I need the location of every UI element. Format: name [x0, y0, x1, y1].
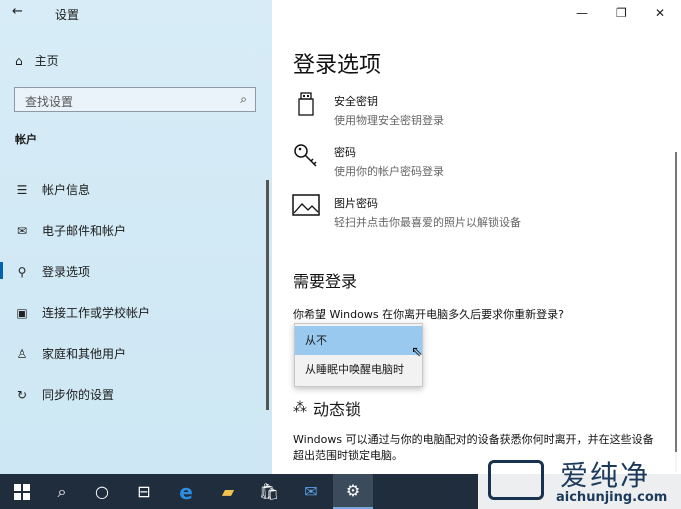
option-security-key[interactable]: 安全密钥 使用物理安全密钥登录 [292, 92, 444, 128]
sync-icon: ↻ [16, 387, 28, 402]
content-scrollbar[interactable] [675, 152, 677, 472]
nav-scrollbar[interactable] [266, 180, 269, 410]
section-heading: 帐户 [15, 133, 37, 146]
search-input[interactable]: 查找设置 ⌕ [14, 87, 256, 112]
key-icon: ⚲ [17, 264, 27, 279]
selection-indicator [0, 262, 3, 279]
person-add-icon: ♙ [16, 346, 28, 361]
title-bar: ← 设置 [0, 0, 272, 26]
close-icon[interactable]: ✕ [655, 6, 665, 20]
mail-icon: ✉ [16, 223, 28, 238]
timeline-icon[interactable]: ⊟ [124, 474, 164, 509]
sidebar-item-label: 登录选项 [42, 265, 91, 279]
signin-dropdown[interactable]: 从不 从睡眠中唤醒电脑时 [294, 323, 423, 387]
search-icon[interactable]: ⌕ [240, 92, 247, 107]
briefcase-icon: ▣ [16, 305, 28, 320]
option-desc: 使用物理安全密钥登录 [334, 114, 444, 127]
file-explorer-icon[interactable]: ▰ [208, 474, 248, 509]
dynamic-lock-heading-row: ⁂ 动态锁 [293, 396, 361, 420]
sidebar-item-sync[interactable]: ↻ 同步你的设置 [15, 386, 114, 403]
person-list-icon: ☰ [16, 182, 28, 197]
dynamic-lock-heading: 动态锁 [313, 400, 362, 419]
dynamic-lock-icon: ⁂ [293, 400, 307, 416]
watermark-text: 爱纯净 [560, 459, 651, 492]
sidebar-item-label: 电子邮件和帐户 [42, 224, 127, 238]
page-title: 登录选项 [293, 53, 382, 78]
nav-home-label: 主页 [34, 54, 59, 68]
require-signin-heading: 需要登录 [293, 272, 358, 291]
option-title: 图片密码 [334, 197, 378, 210]
dropdown-option-wake[interactable]: 从睡眠中唤醒电脑时 [295, 355, 422, 384]
sidebar-item-email[interactable]: ✉ 电子邮件和帐户 [15, 222, 126, 239]
back-arrow-icon[interactable]: ← [12, 4, 23, 19]
search-icon[interactable]: ⌕ [42, 474, 82, 509]
edge-browser-icon[interactable]: e [166, 474, 206, 509]
content-pane: — ❐ ✕ 登录选项 安全密钥 使用物理安全密钥登录 密码 使用你的帐户密码登录… [272, 0, 681, 474]
search-placeholder: 查找设置 [25, 95, 74, 109]
watermark-logo-icon [488, 460, 544, 500]
windows-start-icon[interactable] [2, 474, 42, 509]
sidebar-item-signin-options[interactable]: ⚲ 登录选项 [15, 263, 90, 280]
mail-app-icon[interactable]: ✉ [291, 474, 331, 509]
mouse-cursor-icon: ⇖ [411, 344, 423, 360]
watermark-url: aichunjing.com [556, 490, 668, 505]
key-icon [292, 143, 320, 171]
home-icon: ⌂ [15, 53, 23, 68]
sidebar-item-work-school[interactable]: ▣ 连接工作或学校帐户 [15, 304, 150, 321]
option-desc: 使用你的帐户密码登录 [334, 165, 444, 178]
sidebar-item-family[interactable]: ♙ 家庭和其他用户 [15, 345, 126, 362]
task-view-icon[interactable]: ○ [82, 474, 122, 509]
require-signin-question: 你希望 Windows 在你离开电脑多久后要求你重新登录? [293, 308, 564, 321]
option-title: 安全密钥 [334, 95, 378, 108]
store-icon[interactable]: 🛍 [249, 474, 289, 509]
option-picture-password[interactable]: 图片密码 轻扫并点击你最喜爱的照片以解锁设备 [292, 194, 521, 230]
sidebar-item-account-info[interactable]: ☰ 帐户信息 [15, 181, 90, 198]
navigation-pane: ← 设置 ⌂ 主页 查找设置 ⌕ 帐户 ☰ 帐户信息 ✉ 电子邮件和帐户 ⚲ 登… [0, 0, 272, 474]
restore-icon[interactable]: ❐ [616, 6, 627, 20]
usb-key-icon [292, 92, 320, 120]
dropdown-option-never[interactable]: 从不 [295, 326, 422, 355]
sidebar-item-label: 连接工作或学校帐户 [42, 306, 151, 320]
watermark: 爱纯净 aichunjing.com [478, 452, 681, 509]
image-icon [292, 194, 320, 222]
sidebar-item-label: 家庭和其他用户 [42, 347, 127, 361]
option-password[interactable]: 密码 使用你的帐户密码登录 [292, 143, 444, 179]
sidebar-item-label: 帐户信息 [42, 183, 91, 197]
sidebar-item-label: 同步你的设置 [42, 388, 115, 402]
option-desc: 轻扫并点击你最喜爱的照片以解锁设备 [334, 216, 521, 229]
app-title: 设置 [55, 8, 80, 22]
nav-home[interactable]: ⌂ 主页 [15, 52, 59, 69]
settings-app-icon[interactable]: ⚙ [333, 474, 373, 509]
option-title: 密码 [334, 146, 356, 159]
minimize-icon[interactable]: — [576, 6, 588, 20]
